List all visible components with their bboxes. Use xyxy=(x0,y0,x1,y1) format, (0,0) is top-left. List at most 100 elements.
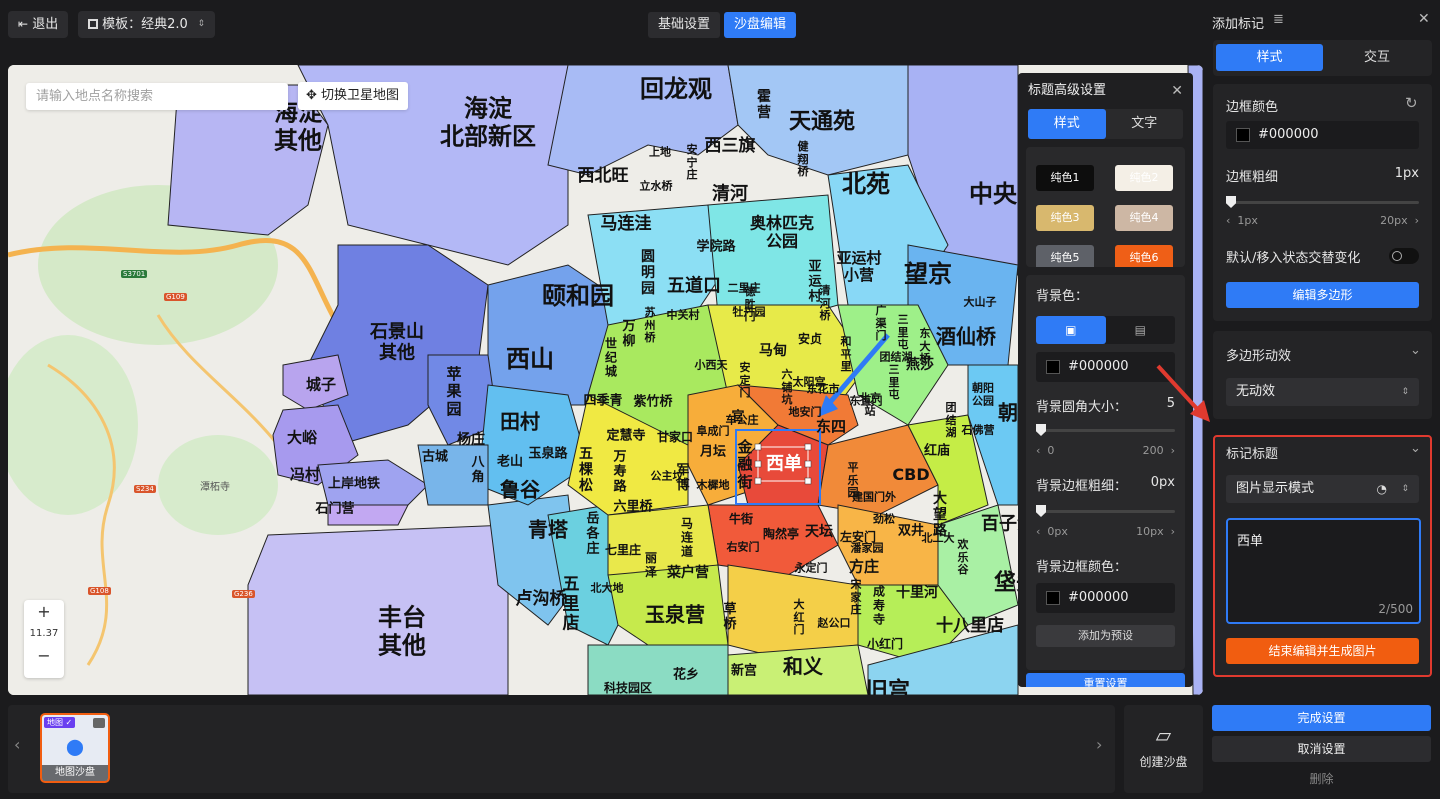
chevron-left-icon[interactable]: ‹ xyxy=(1036,444,1040,457)
region-label[interactable]: 五 棵 松 xyxy=(579,446,593,494)
region-label[interactable]: 新宫 xyxy=(731,664,757,680)
chevron-left-icon[interactable]: ‹ xyxy=(1036,525,1040,538)
region-label[interactable]: 圆 明 园 xyxy=(641,249,655,297)
scroll-right-icon[interactable]: › xyxy=(1096,735,1102,754)
scroll-left-icon[interactable]: ‹ xyxy=(14,735,20,754)
region-label[interactable]: 玉泉营 xyxy=(645,603,705,627)
region-label[interactable]: 建国门外 xyxy=(852,491,896,505)
region-label[interactable]: 旧宫 xyxy=(866,678,910,695)
region-label[interactable]: 天坛 xyxy=(805,524,833,540)
region-label[interactable]: 上地 xyxy=(649,146,671,160)
add-preset-button[interactable]: 添加为预设 xyxy=(1036,625,1175,647)
region-label[interactable]: 广 渠 门 xyxy=(876,304,887,343)
region-label[interactable]: 上岸地铁 xyxy=(328,477,380,493)
chevron-right-icon[interactable]: › xyxy=(1171,444,1175,457)
region-label[interactable]: 丰台 其他 xyxy=(378,604,426,659)
region-label[interactable]: 清 河 桥 xyxy=(820,284,831,323)
region-label[interactable]: 西三旗 xyxy=(705,137,756,157)
region-label[interactable]: 方庄 xyxy=(849,558,879,576)
region-label[interactable]: 欢 乐 谷 xyxy=(958,538,969,577)
region-label[interactable]: 红庙 xyxy=(924,444,950,460)
region-label[interactable]: 定慧寺 xyxy=(606,429,645,445)
border-color-input[interactable]: #000000 xyxy=(1226,121,1419,149)
exit-button[interactable]: ⇤ 退出 xyxy=(8,11,69,38)
preset-swatch[interactable]: 纯色5 xyxy=(1036,245,1094,267)
cancel-button[interactable]: 取消设置 xyxy=(1212,736,1431,762)
image-mode-icon[interactable]: ▤ xyxy=(1106,316,1176,344)
region-label[interactable]: 清河 xyxy=(712,184,748,206)
region-label[interactable]: 牛街 xyxy=(729,512,753,527)
region-label[interactable]: 北大地 xyxy=(591,582,624,596)
help-icon[interactable]: ◔ xyxy=(1377,475,1387,503)
region-label[interactable]: 紫竹桥 xyxy=(633,395,672,411)
region-label[interactable]: 木樨地 xyxy=(697,479,730,493)
region-label[interactable]: 玉泉路 xyxy=(528,447,567,463)
region-label[interactable]: 北苑 xyxy=(842,171,890,199)
region-label[interactable]: 永定门 xyxy=(795,562,828,576)
region-label[interactable]: CBD xyxy=(892,465,929,484)
delete-button[interactable]: 删除 xyxy=(1212,770,1431,787)
region-label[interactable]: 卢沟桥 xyxy=(516,590,567,610)
region-label[interactable]: 宋 家 庄 xyxy=(851,578,862,617)
region-label[interactable]: 北工大 xyxy=(922,532,955,546)
zoom-in-button[interactable]: + xyxy=(24,600,64,624)
region-label[interactable]: 东四 xyxy=(816,418,846,436)
region-label[interactable]: 西山 xyxy=(506,346,554,374)
title-textarea[interactable]: 西单 2/500 xyxy=(1226,518,1421,624)
region-label[interactable]: 劲松 xyxy=(873,513,895,527)
region-label[interactable]: 十八里店 xyxy=(936,617,1004,637)
region-label[interactable]: 立水桥 xyxy=(640,180,673,194)
region-label[interactable]: 世 纪 城 xyxy=(605,336,617,378)
chevron-down-icon[interactable]: ⌄ xyxy=(1410,441,1421,456)
region-label[interactable]: 城子 xyxy=(306,376,336,394)
region-label[interactable]: 团 结 湖 xyxy=(946,401,957,440)
preset-swatch[interactable]: 纯色6 xyxy=(1115,245,1173,267)
region-label[interactable]: 四季青 xyxy=(583,394,622,410)
region-label[interactable]: 马连洼 xyxy=(601,215,652,235)
preset-swatch[interactable]: 纯色1 xyxy=(1036,165,1094,191)
region-label[interactable]: 东直门 xyxy=(850,395,883,409)
tab-sandbox-edit[interactable]: 沙盘编辑 xyxy=(724,12,797,38)
region-label[interactable]: 海淀 北部新区 xyxy=(440,95,536,150)
region-label[interactable]: 西单 xyxy=(766,454,802,476)
region-label[interactable]: 奥林匹克 公园 xyxy=(750,214,814,252)
region-label[interactable]: 小红门 xyxy=(867,637,903,652)
display-mode-select[interactable]: 图片显示模式 ◔ ⇕ xyxy=(1226,475,1419,503)
sandbox-thumbnail[interactable]: 地图 ✓ ⬤ 地图沙盘 xyxy=(40,713,110,783)
region-label[interactable]: 右安门 xyxy=(727,541,760,555)
region-label[interactable]: 古城 xyxy=(422,450,448,466)
outline-icon[interactable]: ≣ xyxy=(1273,12,1284,27)
close-icon[interactable]: ✕ xyxy=(1418,11,1430,27)
solid-mode-icon[interactable]: ▣ xyxy=(1036,316,1106,344)
region-label[interactable]: 三 里 屯 xyxy=(889,363,900,402)
region-label[interactable]: 苹 果 园 xyxy=(446,366,461,418)
preset-swatch[interactable]: 纯色4 xyxy=(1115,205,1173,231)
region-label[interactable]: 团结湖 xyxy=(880,351,913,365)
chevron-left-icon[interactable]: ‹ xyxy=(1226,214,1230,227)
border-width-slider[interactable] xyxy=(1036,505,1175,517)
region-label[interactable]: 酒仙桥 xyxy=(936,325,996,349)
tab-style[interactable]: 样式 xyxy=(1216,44,1323,71)
border-width-slider[interactable] xyxy=(1226,196,1419,208)
preset-swatch[interactable]: 纯色3 xyxy=(1036,205,1094,231)
region-label[interactable]: 月坛 xyxy=(700,445,726,461)
region-label[interactable]: 七里庄 xyxy=(605,543,641,558)
done-button[interactable]: 完成设置 xyxy=(1212,705,1431,731)
zoom-out-button[interactable]: − xyxy=(24,644,64,668)
region-label[interactable]: 岳 各 庄 xyxy=(586,512,599,558)
region-label[interactable]: 德 胜 门 xyxy=(745,285,756,324)
region-label[interactable]: 安 定 门 xyxy=(740,361,751,400)
reset-settings-button[interactable]: 重置设置 xyxy=(1026,673,1185,687)
tab-interaction[interactable]: 交互 xyxy=(1325,44,1429,71)
region-label[interactable]: 和 平 里 xyxy=(841,335,852,374)
region-label[interactable]: 回龙观 xyxy=(640,76,712,104)
tab-basic-settings[interactable]: 基础设置 xyxy=(648,12,721,38)
region-label[interactable]: 赵公口 xyxy=(818,617,851,631)
region-label[interactable]: 学院路 xyxy=(696,240,735,256)
satellite-toggle-button[interactable]: ✥ 切换卫星地图 xyxy=(298,82,409,110)
region-label[interactable]: 苏 州 桥 xyxy=(645,306,656,345)
region-label[interactable]: 大 红 门 xyxy=(794,598,805,637)
border-color-input[interactable]: #000000 xyxy=(1036,583,1175,613)
region-label[interactable]: 安贞 xyxy=(798,332,822,347)
state-toggle-switch[interactable] xyxy=(1389,248,1419,264)
